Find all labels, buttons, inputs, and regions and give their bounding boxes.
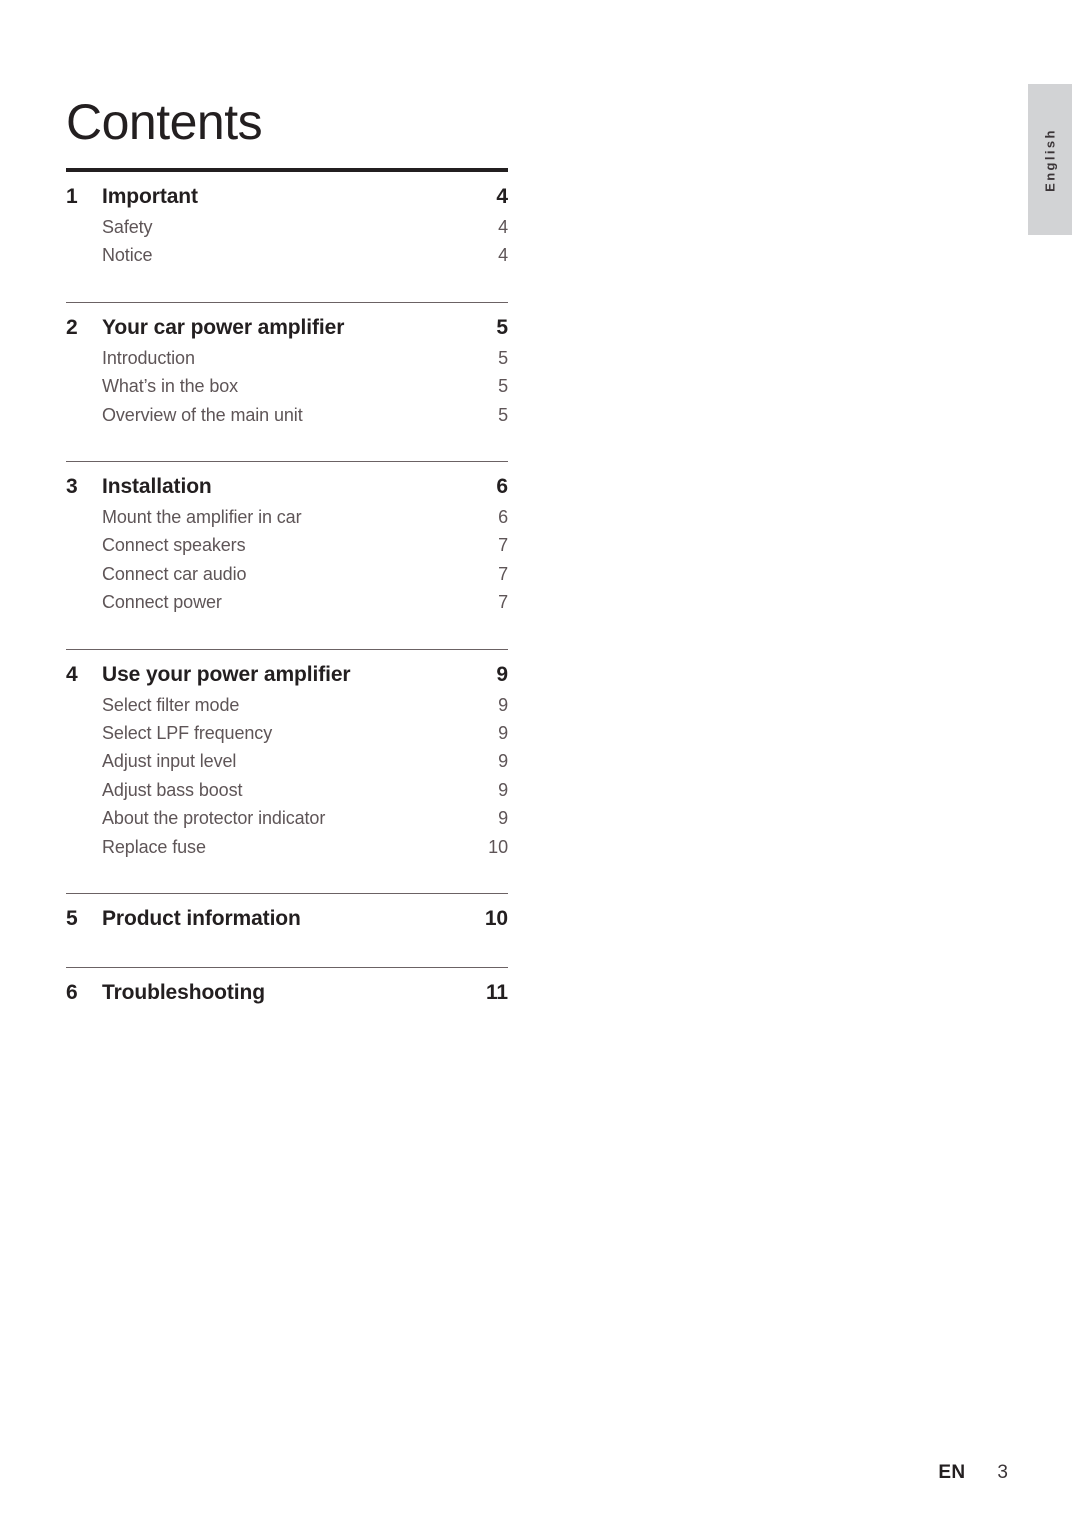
toc-section: 3 Installation 6 Mount the amplifier in car… (66, 461, 508, 649)
toc-entry-row[interactable]: What’s in the box 5 (66, 372, 508, 400)
toc-entry-page: 4 (498, 216, 508, 237)
toc-entry-label: Replace fuse (102, 836, 206, 857)
toc-section-number: 6 (66, 981, 78, 1005)
toc-entry-page: 9 (498, 779, 508, 800)
language-tab-label: English (1042, 127, 1058, 192)
toc-entry-page: 9 (498, 751, 508, 772)
toc-entry-page: 4 (498, 245, 508, 266)
toc-section-number: 1 (66, 185, 78, 208)
toc-entry-page: 5 (498, 347, 508, 368)
toc-entry-label: Connect speakers (102, 535, 246, 556)
toc-entry-row[interactable]: Overview of the main unit 5 (66, 401, 508, 429)
toc-section: 4 Use your power amplifier 9 Select filter … (66, 648, 508, 894)
page-footer: EN 3 (938, 1462, 1008, 1484)
page-title: Contents (66, 93, 263, 150)
toc-section-number: 5 (66, 907, 78, 931)
toc-section-number: 2 (66, 315, 78, 339)
toc-section-row[interactable]: 2 Your car power amplifier 5 (66, 312, 508, 344)
toc-entry-row[interactable]: Notice 4 (66, 241, 508, 269)
toc-entry-label: Adjust input level (102, 751, 237, 772)
toc-entry-row[interactable]: Replace fuse 10 (66, 833, 508, 861)
toc-entry-label: Safety (102, 216, 153, 237)
toc-entry-label: Connect power (102, 592, 222, 613)
toc-entry-page: 9 (498, 694, 508, 715)
toc-entry-label: Select filter mode (102, 694, 240, 715)
toc-section-title: Use your power amplifier (102, 662, 351, 686)
footer-language-code: EN (938, 1462, 966, 1483)
toc-section: 2 Your car power amplifier 5 Introduction 5 W… (66, 301, 508, 461)
toc-entry-page: 10 (488, 836, 508, 857)
toc-section-row[interactable]: 4 Use your power amplifier 9 (66, 659, 508, 691)
toc-entry-page: 9 (498, 723, 508, 743)
toc-section-title: Product information (102, 907, 301, 931)
toc-entry-row[interactable]: Select LPF frequency 9 (66, 719, 508, 747)
table-of-contents: 1 Important 4 Safety 4 Notice 4 2 Your car power… (66, 168, 508, 1041)
toc-entry-label: About the protector indicator (102, 808, 326, 829)
toc-entry-page: 7 (498, 592, 508, 613)
toc-entry-row[interactable]: Connect speakers 7 (66, 531, 508, 559)
toc-entry-label: Introduction (102, 347, 195, 368)
toc-entry-row[interactable]: Introduction 5 (66, 344, 508, 372)
toc-entry-page: 6 (498, 506, 508, 527)
toc-section-title: Important (102, 185, 198, 208)
toc-entry-label: Notice (102, 245, 153, 266)
toc-entry-page: 5 (498, 404, 508, 425)
toc-entry-row[interactable]: Safety 4 (66, 213, 508, 241)
toc-section-row[interactable]: 1 Important 4 (66, 181, 508, 213)
toc-section-number: 4 (66, 662, 78, 686)
language-tab: English (1028, 84, 1072, 235)
toc-entry-label: Select LPF frequency (102, 723, 273, 743)
toc-entry-row[interactable]: Connect car audio 7 (66, 560, 508, 588)
footer-page-number: 3 (997, 1462, 1008, 1483)
toc-entry-page: 7 (498, 535, 508, 556)
toc-section-page: 9 (496, 662, 508, 686)
toc-entry-label: Connect car audio (102, 563, 247, 584)
toc-section-title: Installation (102, 475, 212, 498)
toc-entry-page: 9 (498, 808, 508, 829)
toc-section-title: Troubleshooting (102, 981, 265, 1005)
toc-entry-row[interactable]: Adjust bass boost 9 (66, 776, 508, 804)
toc-entry-page: 7 (498, 563, 508, 584)
toc-section-number: 3 (66, 475, 78, 498)
toc-section-page: 4 (496, 185, 508, 208)
toc-entry-row[interactable]: Adjust input level 9 (66, 747, 508, 775)
toc-entry-label: Adjust bass boost (102, 779, 243, 800)
toc-section-page: 10 (484, 907, 508, 931)
toc-section-row[interactable]: 6 Troubleshooting 11 (66, 977, 508, 1009)
toc-section: 5 Product information 10 (66, 893, 508, 967)
toc-section-page: 5 (496, 315, 508, 339)
toc-entry-label: What’s in the box (102, 376, 239, 397)
toc-section-page: 6 (496, 475, 508, 498)
toc-entry-page: 5 (498, 376, 508, 397)
toc-entry-row[interactable]: Mount the amplifier in car 6 (66, 503, 508, 531)
toc-entry-row[interactable]: Select filter mode 9 (66, 691, 508, 719)
toc-section: 6 Troubleshooting 11 (66, 967, 508, 1041)
toc-section-title: Your car power amplifier (102, 315, 345, 339)
toc-entry-row[interactable]: About the protector indicator 9 (66, 804, 508, 832)
toc-entry-label: Mount the amplifier in car (102, 506, 302, 527)
toc-entry-row[interactable]: Connect power 7 (66, 588, 508, 616)
toc-section-page: 11 (486, 981, 508, 1005)
toc-section: 1 Important 4 Safety 4 Notice 4 (66, 168, 508, 302)
toc-section-row[interactable]: 3 Installation 6 (66, 471, 508, 503)
toc-entry-label: Overview of the main unit (102, 404, 303, 425)
toc-section-row[interactable]: 5 Product information 10 (66, 903, 508, 935)
